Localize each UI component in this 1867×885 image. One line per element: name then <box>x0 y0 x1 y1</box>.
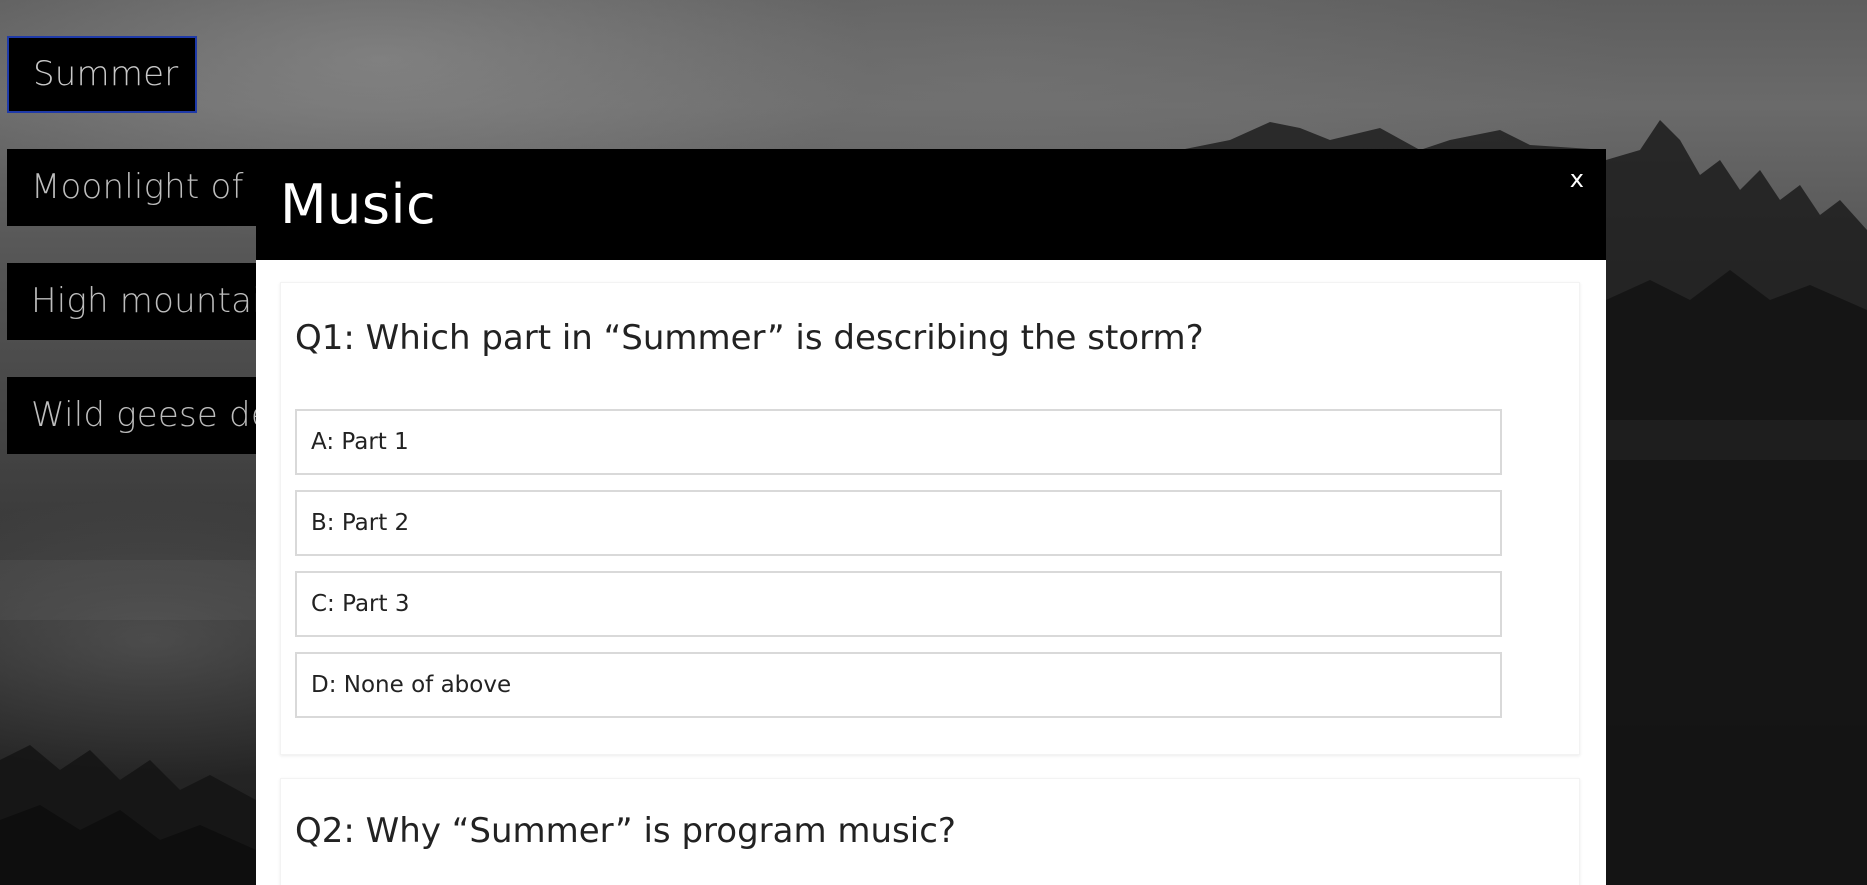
sidebar-item-summer[interactable]: Summer <box>7 36 197 113</box>
music-quiz-modal: Music x Q1: Which part in “Summer” is de… <box>256 149 1606 885</box>
modal-title: Music <box>280 173 437 236</box>
question-text: Q1: Which part in “Summer” is describing… <box>295 318 1204 358</box>
answer-option-a[interactable]: A: Part 1 <box>295 409 1502 475</box>
sidebar-item-label: Summer <box>33 54 179 94</box>
answer-option-c[interactable]: C: Part 3 <box>295 571 1502 637</box>
question-card-q1: Q1: Which part in “Summer” is describing… <box>280 282 1580 755</box>
answer-option-b[interactable]: B: Part 2 <box>295 490 1502 556</box>
modal-header: Music x <box>256 149 1606 260</box>
question-card-q2: Q2: Why “Summer” is program music? <box>280 778 1580 885</box>
modal-body: Q1: Which part in “Summer” is describing… <box>256 260 1606 885</box>
question-text: Q2: Why “Summer” is program music? <box>295 811 956 851</box>
close-button[interactable]: x <box>1570 167 1584 191</box>
sidebar-item-label: High mountain <box>31 281 284 321</box>
sidebar-item-label: Wild geese de <box>31 395 272 435</box>
answer-option-d[interactable]: D: None of above <box>295 652 1502 718</box>
